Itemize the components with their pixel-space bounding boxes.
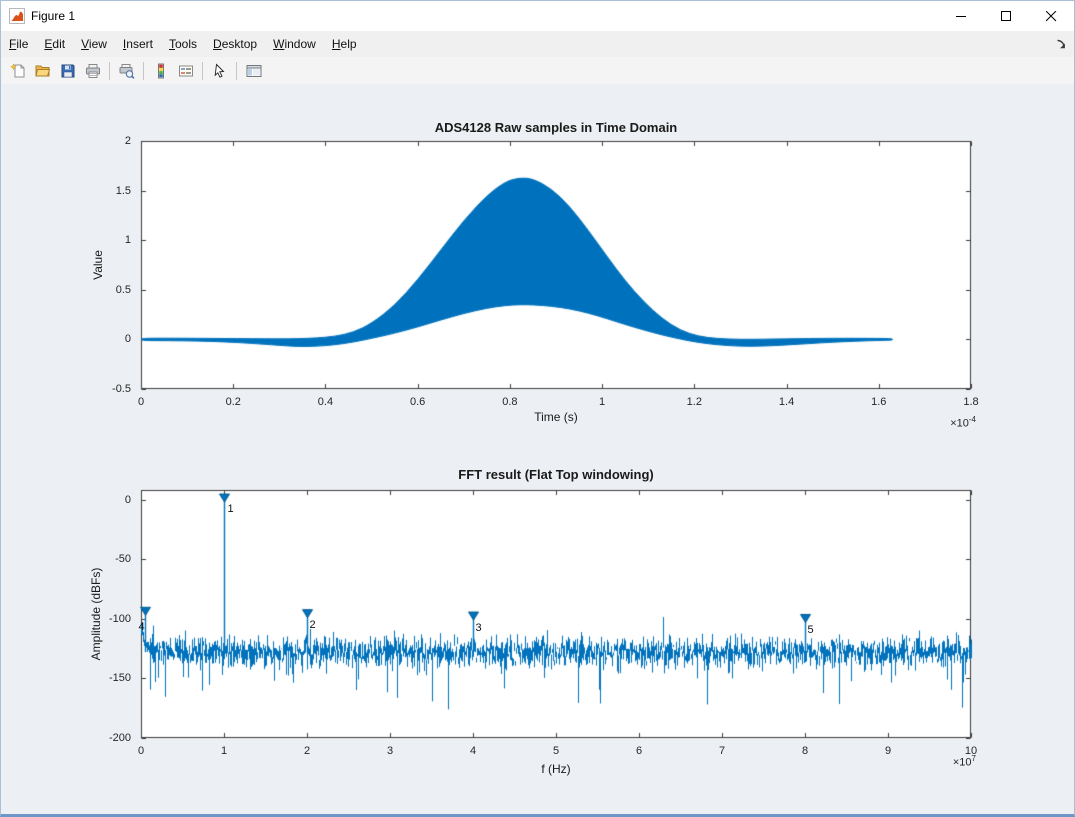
menu-help[interactable]: Help xyxy=(324,31,365,57)
edit-plot-arrow-icon xyxy=(214,63,225,78)
minimize-icon xyxy=(956,15,966,17)
menu-insert[interactable]: Insert xyxy=(115,31,161,57)
figure-window: Figure 1 File Edit View Insert Tools Desktop W… xyxy=(0,0,1075,817)
matlab-figure-icon xyxy=(9,8,25,24)
edit-plot-button[interactable] xyxy=(208,59,231,82)
new-figure-icon xyxy=(9,62,24,77)
menu-tools[interactable]: Tools xyxy=(161,31,205,57)
open-file-button[interactable] xyxy=(31,59,54,82)
open-file-icon xyxy=(34,65,50,76)
titlebar[interactable]: Figure 1 xyxy=(1,1,1074,31)
time-plot-ylabel: Value xyxy=(91,250,105,280)
toolbar-separator xyxy=(109,61,110,80)
menu-items: File Edit View Insert Tools Desktop Window Help xyxy=(1,31,365,57)
save-figure-button[interactable] xyxy=(56,59,79,82)
fft-plot-title: FFT result (Flat Top windowing) xyxy=(458,467,654,482)
save-figure-icon xyxy=(61,64,74,77)
menu-window[interactable]: Window xyxy=(265,31,324,57)
window-title: Figure 1 xyxy=(31,9,76,23)
insert-legend-icon xyxy=(178,65,193,76)
fft-plot-ylabel: Amplitude (dBFs) xyxy=(89,567,103,661)
exponent-base: ×10 xyxy=(950,417,969,430)
toolbar-separator xyxy=(143,61,144,80)
menu-view[interactable]: View xyxy=(73,31,115,57)
window-controls xyxy=(939,1,1074,31)
insert-colorbar-icon xyxy=(157,63,164,78)
print-figure-icon xyxy=(85,63,100,78)
show-plot-tools-button[interactable] xyxy=(242,59,265,82)
dock-arrow-icon xyxy=(1057,39,1065,49)
toolbar-separator xyxy=(202,61,203,80)
time-plot-x-exponent: ×10-4 xyxy=(841,415,976,430)
new-figure-button[interactable] xyxy=(6,59,29,82)
maximize-button[interactable] xyxy=(984,1,1029,31)
maximize-icon xyxy=(1001,10,1011,21)
print-preview-button[interactable] xyxy=(115,59,138,82)
print-figure-button[interactable] xyxy=(81,59,104,82)
menu-file[interactable]: File xyxy=(1,31,36,57)
insert-colorbar-button[interactable] xyxy=(149,59,172,82)
fft-plot-x-exponent: ×107 xyxy=(841,754,976,769)
menubar: File Edit View Insert Tools Desktop Window Help xyxy=(1,31,1074,57)
show-plot-tools-icon xyxy=(246,64,261,77)
time-plot-title: ADS4128 Raw samples in Time Domain xyxy=(434,120,678,135)
insert-legend-button[interactable] xyxy=(174,59,197,82)
exponent-power: 7 xyxy=(971,754,976,763)
print-preview-icon xyxy=(119,63,135,79)
menu-desktop[interactable]: Desktop xyxy=(205,31,265,57)
menu-edit[interactable]: Edit xyxy=(36,31,73,57)
dock-figure-arrow[interactable] xyxy=(1055,38,1067,50)
plots-canvas xyxy=(1,84,1074,814)
minimize-button[interactable] xyxy=(939,1,984,31)
exponent-base: ×10 xyxy=(952,756,972,769)
exponent-power: -4 xyxy=(968,415,976,424)
close-icon xyxy=(1046,10,1057,21)
figure-area: ADS4128 Raw samples in Time Domain Time … xyxy=(1,84,1074,814)
figure-toolbar xyxy=(1,57,1074,85)
toolbar-separator xyxy=(236,61,237,80)
close-button[interactable] xyxy=(1029,1,1074,31)
